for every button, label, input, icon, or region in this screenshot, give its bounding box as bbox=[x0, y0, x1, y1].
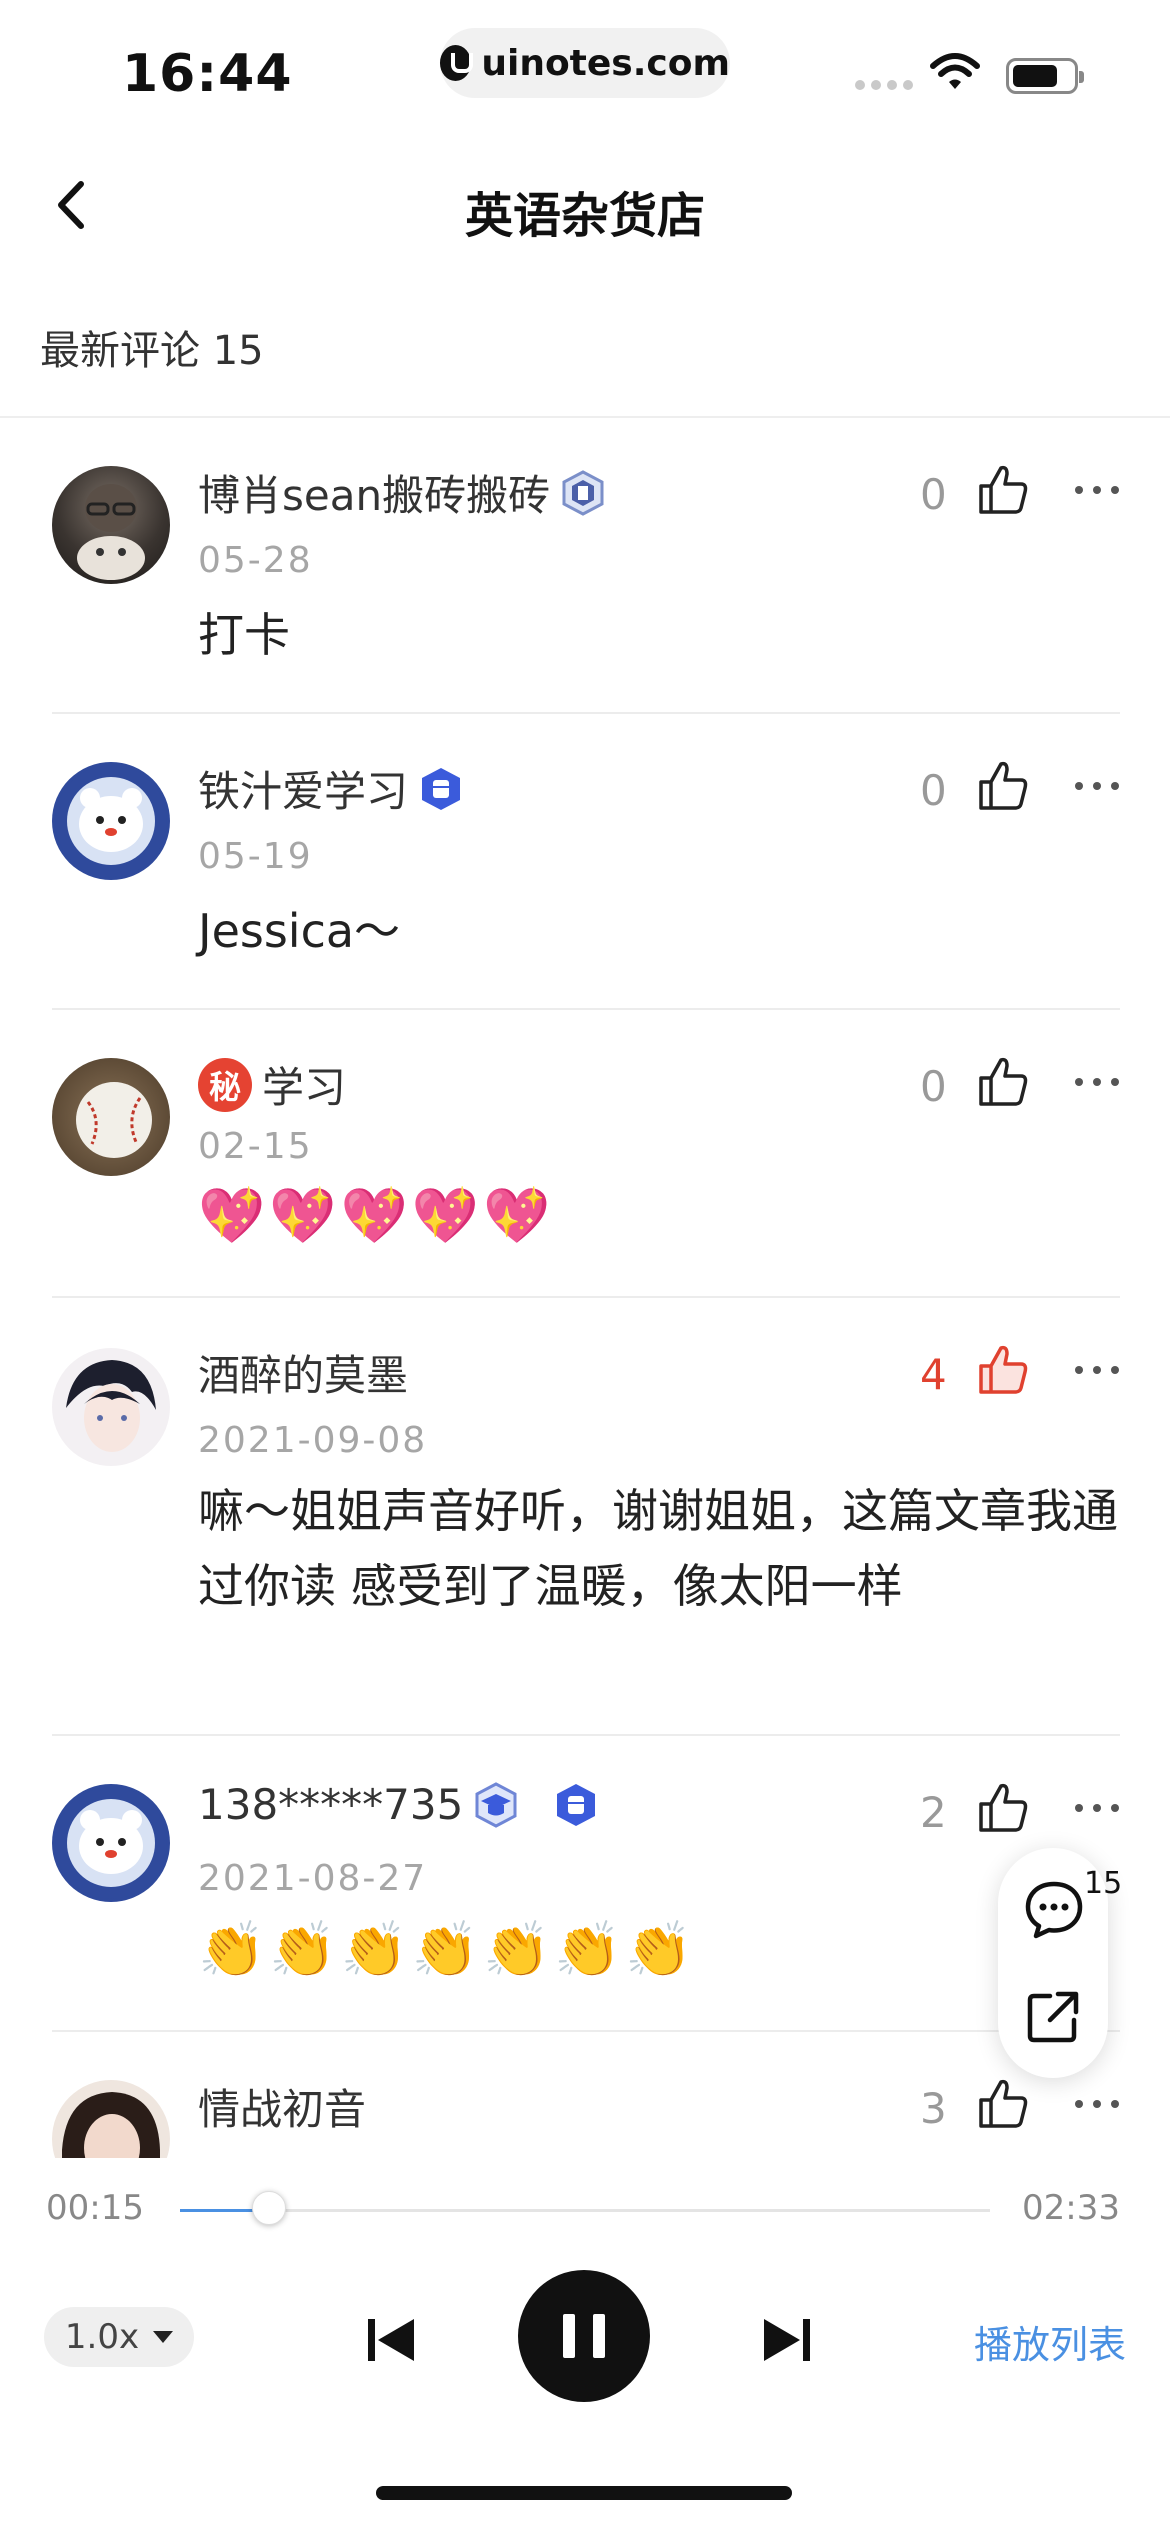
comment-item: 138*****735 2021-08-27 👏👏👏👏👏👏👏 2 bbox=[0, 1736, 1170, 2032]
more-options-icon[interactable] bbox=[1075, 2100, 1119, 2112]
avatar[interactable] bbox=[52, 1348, 170, 1466]
like-count: 0 bbox=[920, 470, 947, 519]
wifi-icon bbox=[930, 53, 980, 89]
comments-count-label: 最新评论 15 bbox=[40, 328, 264, 374]
comment-author[interactable]: 铁汁爱学习 bbox=[198, 758, 408, 819]
like-count: 3 bbox=[920, 2084, 947, 2133]
comment-text: 💖💖💖💖💖 bbox=[198, 1184, 555, 1247]
more-options-icon[interactable] bbox=[1075, 486, 1119, 498]
comment-text: Jessica～ bbox=[198, 904, 401, 958]
comment-text: 嘛～姐姐声音好听，谢谢姐姐，这篇文章我通过你读 感受到了温暖，像太阳一样 bbox=[198, 1484, 1118, 1613]
home-indicator bbox=[376, 2486, 792, 2500]
current-time: 00:15 bbox=[46, 2188, 144, 2228]
next-track-icon[interactable] bbox=[752, 2305, 822, 2375]
comment-author[interactable]: 酒醉的莫墨 bbox=[198, 1342, 408, 1403]
caret-down-icon bbox=[153, 2331, 174, 2343]
secret-badge: 秘 bbox=[198, 1057, 252, 1112]
comment-date: 2021-09-08 bbox=[198, 1420, 428, 1461]
like-count: 0 bbox=[920, 1062, 947, 1111]
fist-badge-icon bbox=[422, 767, 461, 810]
site-logo-icon bbox=[440, 45, 474, 81]
comment-date: 02-15 bbox=[198, 1126, 313, 1167]
graduate-badge-icon bbox=[475, 1781, 517, 1828]
comment-item: 酒醉的莫墨 2021-09-08 嘛～姐姐声音好听，谢谢姐姐，这篇文章我通过你读… bbox=[0, 1298, 1170, 1736]
url-pill[interactable]: uinotes.com bbox=[440, 28, 730, 98]
comment-author[interactable]: 博肖sean搬砖搬砖 bbox=[198, 462, 550, 523]
comment-author[interactable]: 学习 bbox=[262, 1054, 346, 1115]
pause-button[interactable] bbox=[518, 2270, 650, 2402]
comment-item: 秘 学习 02-15 💖💖💖💖💖 0 bbox=[0, 1010, 1170, 1298]
like-count: 2 bbox=[920, 1788, 947, 1837]
comment-text: 👏👏👏👏👏👏👏 bbox=[198, 1918, 697, 1981]
total-time: 02:33 bbox=[1022, 2188, 1120, 2228]
previous-track-icon[interactable] bbox=[356, 2305, 426, 2375]
more-options-icon[interactable] bbox=[1075, 1804, 1119, 1816]
avatar[interactable] bbox=[52, 466, 170, 584]
comment-item: 情战初音 3 bbox=[0, 2032, 1170, 2158]
playlist-button[interactable]: 播放列表 bbox=[974, 2314, 1126, 2369]
like-count: 4 bbox=[920, 1350, 947, 1399]
comment-date: 05-28 bbox=[198, 540, 313, 581]
thumbs-up-icon[interactable] bbox=[975, 2076, 1031, 2132]
more-options-icon[interactable] bbox=[1075, 782, 1119, 794]
more-options-icon[interactable] bbox=[1075, 1078, 1119, 1090]
status-time: 16:44 bbox=[122, 44, 293, 104]
comment-author[interactable]: 138*****735 bbox=[198, 1780, 463, 1829]
avatar[interactable] bbox=[52, 1784, 170, 1902]
avatar[interactable] bbox=[52, 1058, 170, 1176]
more-options-icon[interactable] bbox=[1075, 1366, 1119, 1378]
comment-list[interactable]: 博肖sean搬砖搬砖 05-28 打卡 0 铁汁爱学习 05-19 Jessic… bbox=[0, 418, 1170, 2158]
thumbs-up-icon[interactable] bbox=[975, 1054, 1031, 1110]
avatar[interactable] bbox=[52, 2080, 170, 2158]
playback-speed-button[interactable]: 1.0x bbox=[44, 2307, 194, 2367]
thumbs-up-icon[interactable] bbox=[975, 758, 1031, 814]
signal-icon bbox=[855, 80, 913, 90]
thumbs-up-liked-icon[interactable] bbox=[975, 1342, 1031, 1398]
avatar[interactable] bbox=[52, 762, 170, 880]
progress-slider[interactable] bbox=[180, 2191, 990, 2225]
like-count: 0 bbox=[920, 766, 947, 815]
comment-item: 博肖sean搬砖搬砖 05-28 打卡 0 bbox=[0, 418, 1170, 714]
comment-author[interactable]: 情战初音 bbox=[198, 2076, 366, 2137]
speed-label: 1.0x bbox=[64, 2317, 140, 2357]
comment-text: 打卡 bbox=[198, 608, 290, 662]
progress-knob[interactable] bbox=[252, 2191, 287, 2225]
comment-item: 铁汁爱学习 05-19 Jessica～ 0 bbox=[0, 714, 1170, 1010]
comment-bubble-icon[interactable] bbox=[1022, 1878, 1086, 1942]
comment-date: 05-19 bbox=[198, 836, 313, 877]
comment-date: 2021-08-27 bbox=[198, 1858, 428, 1899]
share-icon[interactable] bbox=[1024, 1988, 1082, 2046]
pause-icon bbox=[563, 2314, 575, 2358]
comment-count-badge: 15 bbox=[1084, 1866, 1123, 1901]
page-title: 英语杂货店 bbox=[464, 188, 705, 244]
rank-badge-icon bbox=[562, 469, 604, 516]
url-text: uinotes.com bbox=[481, 42, 730, 84]
thumbs-up-icon[interactable] bbox=[975, 462, 1031, 518]
battery-icon bbox=[1006, 58, 1084, 94]
fist-badge-icon bbox=[557, 1783, 596, 1826]
status-bar: 16:44 uinotes.com bbox=[0, 0, 1170, 130]
thumbs-up-icon[interactable] bbox=[975, 1780, 1031, 1836]
floating-action-panel: 15 bbox=[998, 1848, 1122, 2078]
